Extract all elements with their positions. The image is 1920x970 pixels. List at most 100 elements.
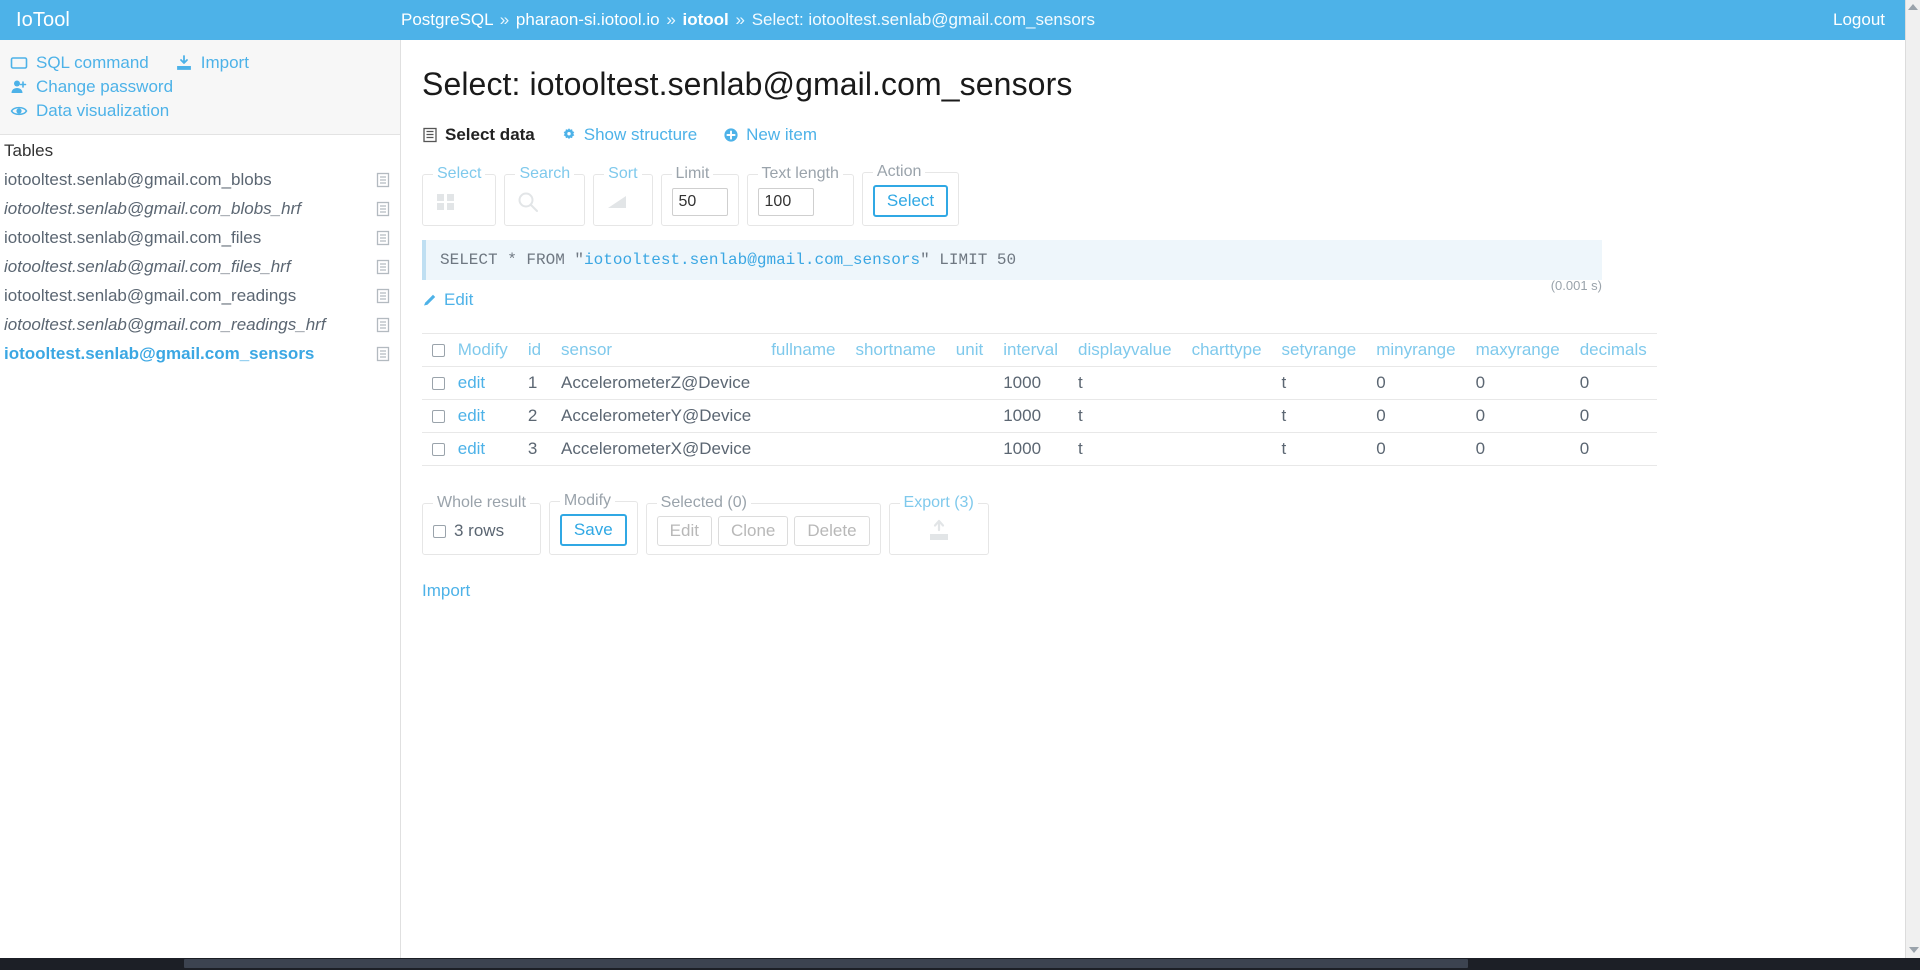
col-displayvalue-label[interactable]: displayvalue — [1078, 340, 1172, 359]
search-icon[interactable] — [515, 189, 541, 215]
breadcrumb-database[interactable]: iotool — [683, 10, 729, 29]
tab-select-data[interactable]: Select data — [422, 125, 535, 145]
structure-icon[interactable] — [376, 230, 390, 246]
scroll-up-arrow[interactable] — [1908, 4, 1918, 10]
sort-fieldset: Sort — [593, 165, 653, 226]
structure-icon[interactable] — [376, 346, 390, 362]
list-item[interactable]: iotooltest.senlab@gmail.com_files — [0, 223, 400, 252]
cell-fullname — [761, 399, 846, 433]
col-id-label[interactable]: id — [528, 340, 541, 359]
text-length-body — [757, 187, 843, 217]
horizontal-scrollbar-thumb[interactable] — [184, 959, 1468, 968]
export-upload-icon[interactable] — [926, 518, 952, 544]
breadcrumb-server[interactable]: pharaon-si.iotool.io — [516, 10, 660, 29]
col-unit: unit — [945, 333, 994, 367]
col-minyrange-label[interactable]: minyrange — [1376, 340, 1455, 359]
structure-icon[interactable] — [376, 172, 390, 188]
table-link[interactable]: iotooltest.senlab@gmail.com_blobs_hrf — [4, 199, 376, 219]
structure-icon[interactable] — [376, 317, 390, 333]
col-id: id — [517, 333, 552, 367]
sidebar-item-import[interactable]: Import — [175, 53, 249, 73]
clone-selected-button: Clone — [717, 516, 789, 546]
whole-result-legend: Whole result — [437, 494, 526, 511]
gear-icon — [561, 127, 577, 143]
columns-icon[interactable] — [433, 189, 459, 215]
col-decimals-label[interactable]: decimals — [1580, 340, 1647, 359]
list-item-active[interactable]: iotooltest.senlab@gmail.com_sensors — [0, 339, 400, 368]
list-item[interactable]: iotooltest.senlab@gmail.com_blobs — [0, 165, 400, 194]
edit-query-label: Edit — [444, 290, 474, 309]
sidebar-item-change-password[interactable]: Change password — [10, 77, 173, 97]
app-root: IoTool PostgreSQL » pharaon-si.iotool.io… — [0, 0, 1920, 970]
table-link[interactable]: iotooltest.senlab@gmail.com_files — [4, 228, 376, 248]
list-item[interactable]: iotooltest.senlab@gmail.com_blobs_hrf — [0, 194, 400, 223]
structure-icon[interactable] — [376, 201, 390, 217]
col-setyrange-label[interactable]: setyrange — [1282, 340, 1357, 359]
limit-input[interactable] — [671, 188, 728, 216]
col-unit-label[interactable]: unit — [956, 340, 983, 359]
col-charttype-label[interactable]: charttype — [1192, 340, 1262, 359]
sidebar-item-sql-command[interactable]: SQL command — [10, 53, 149, 73]
edit-query-link[interactable]: Edit — [422, 290, 473, 310]
tab-new-item[interactable]: New item — [723, 125, 817, 145]
row-edit-link[interactable]: edit — [458, 373, 485, 392]
export-body — [900, 516, 978, 546]
breadcrumb-separator-2: » — [666, 10, 676, 29]
breadcrumb: PostgreSQL » pharaon-si.iotool.io » ioto… — [401, 10, 1833, 30]
table-list: iotooltest.senlab@gmail.com_blobs iotool… — [0, 165, 400, 368]
text-length-input[interactable] — [757, 188, 814, 216]
export-legend[interactable]: Export (3) — [900, 494, 978, 512]
vertical-scrollbar[interactable] — [1905, 0, 1920, 958]
col-modify-label[interactable]: Modify — [458, 340, 508, 359]
cell-sensor: AccelerometerY@Device — [551, 399, 762, 433]
col-setyrange: setyrange — [1271, 333, 1367, 367]
table-icon — [422, 127, 438, 143]
table-link[interactable]: iotooltest.senlab@gmail.com_blobs — [4, 170, 376, 190]
cell-setyrange: t — [1271, 366, 1367, 400]
import-link[interactable]: Import — [422, 581, 470, 600]
breadcrumb-engine[interactable]: PostgreSQL — [401, 10, 493, 29]
col-maxyrange: maxyrange — [1465, 333, 1570, 367]
structure-icon[interactable] — [376, 288, 390, 304]
tab-show-structure[interactable]: Show structure — [561, 125, 697, 145]
sort-icon[interactable] — [604, 189, 630, 215]
col-fullname-label[interactable]: fullname — [771, 340, 835, 359]
breadcrumb-current: Select: iotooltest.senlab@gmail.com_sens… — [751, 10, 1095, 29]
modify-fieldset: Modify Save — [548, 492, 638, 555]
col-maxyrange-label[interactable]: maxyrange — [1476, 340, 1560, 359]
list-item[interactable]: iotooltest.senlab@gmail.com_readings_hrf — [0, 310, 400, 339]
save-button[interactable]: Save — [559, 514, 627, 546]
row-edit-link[interactable]: edit — [458, 406, 485, 425]
list-item[interactable]: iotooltest.senlab@gmail.com_readings — [0, 281, 400, 310]
scroll-down-arrow[interactable] — [1909, 947, 1919, 953]
row-checkbox[interactable] — [432, 410, 445, 423]
list-item[interactable]: iotooltest.senlab@gmail.com_files_hrf — [0, 252, 400, 281]
logout-link[interactable]: Logout — [1833, 10, 1905, 30]
table-link[interactable]: iotooltest.senlab@gmail.com_readings — [4, 286, 376, 306]
whole-result-checkbox[interactable] — [433, 524, 446, 538]
search-legend[interactable]: Search — [515, 165, 574, 183]
horizontal-scrollbar[interactable] — [0, 958, 1920, 970]
table-link[interactable]: iotooltest.senlab@gmail.com_files_hrf — [4, 257, 376, 277]
select-legend[interactable]: Select — [433, 165, 485, 183]
select-button[interactable]: Select — [872, 185, 949, 217]
row-edit-link[interactable]: edit — [458, 439, 485, 458]
table-link[interactable]: iotooltest.senlab@gmail.com_sensors — [4, 344, 376, 364]
table-link[interactable]: iotooltest.senlab@gmail.com_readings_hrf — [4, 315, 376, 335]
sort-legend[interactable]: Sort — [604, 165, 641, 183]
cell-maxyrange: 0 — [1465, 399, 1570, 433]
cell-id: 3 — [517, 432, 552, 466]
cell-fullname — [761, 366, 846, 400]
whole-result-rows: 3 rows — [433, 521, 504, 541]
import-row: Import — [422, 581, 1905, 601]
structure-icon[interactable] — [376, 259, 390, 275]
col-interval-label[interactable]: interval — [1003, 340, 1058, 359]
col-sensor-label[interactable]: sensor — [561, 340, 612, 359]
row-checkbox[interactable] — [432, 443, 445, 456]
limit-legend: Limit — [675, 165, 710, 182]
sidebar-item-data-visualization[interactable]: Data visualization — [10, 101, 169, 121]
row-checkbox[interactable] — [432, 377, 445, 390]
col-shortname-label[interactable]: shortname — [855, 340, 935, 359]
select-all-checkbox[interactable] — [432, 344, 445, 357]
cell-interval: 1000 — [993, 366, 1069, 400]
